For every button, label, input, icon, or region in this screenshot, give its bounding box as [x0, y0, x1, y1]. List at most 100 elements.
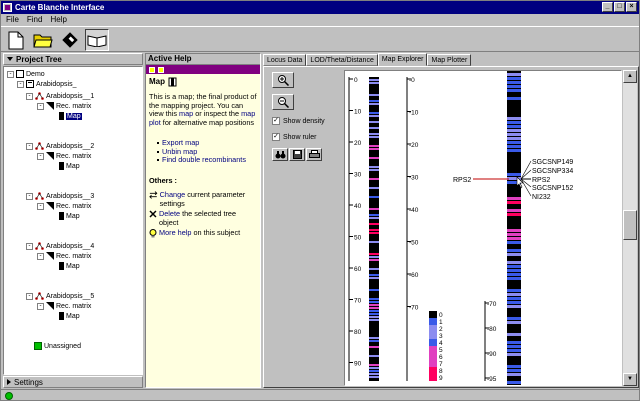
tree-label: Map [66, 262, 80, 270]
tree-node-map[interactable]: Map [59, 311, 80, 321]
find-button[interactable] [272, 148, 288, 161]
density-band [507, 73, 521, 76]
close-button[interactable]: × [626, 2, 637, 12]
title-bar: Carte Blanche Interface _ □ × [1, 1, 639, 14]
show-ruler-option[interactable]: ✓ Show ruler [272, 132, 342, 142]
minimize-button[interactable]: _ [602, 2, 613, 12]
tree-collapse-toggle[interactable]: - [17, 80, 24, 88]
tree-collapse-toggle[interactable]: - [37, 102, 44, 110]
tree-node-dataset[interactable]: - Arabidopsis__1 [26, 91, 94, 101]
tree-collapse-toggle[interactable]: - [37, 302, 44, 310]
density-band [507, 269, 521, 272]
tree-node-map[interactable]: Map [59, 161, 80, 171]
density-band [369, 166, 379, 168]
tree-collapse-toggle[interactable]: - [26, 292, 33, 300]
tree-node-matrix[interactable]: - Rec. matrix [37, 151, 91, 161]
more-help-link[interactable]: More help [159, 228, 191, 237]
density-band [507, 341, 521, 344]
ruler-label: -20 [409, 142, 419, 149]
project-tree-header[interactable]: Project Tree [3, 53, 143, 65]
tree-collapse-toggle[interactable]: - [7, 70, 14, 78]
tree-node-map[interactable]: Map [59, 211, 80, 221]
menu-file[interactable]: File [6, 15, 19, 24]
tree-collapse-toggle[interactable]: - [26, 92, 33, 100]
tree-node-dataset[interactable]: - Arabidopsis__4 [26, 241, 94, 251]
map-canvas[interactable]: 010203040506070809095 -0-10-20-30-40-50-… [344, 70, 622, 386]
tree-collapse-toggle[interactable]: - [37, 252, 44, 260]
tree-node-demo[interactable]: - Demo [7, 69, 45, 79]
help-back-icon[interactable] [149, 66, 155, 73]
density-band [507, 353, 521, 356]
print-button[interactable] [306, 148, 322, 161]
tree-node-map[interactable]: Map [59, 261, 80, 271]
density-band [507, 365, 521, 368]
density-band [369, 232, 379, 234]
legend-label: 7 [439, 361, 443, 368]
zoom-out-button[interactable] [272, 94, 294, 110]
scroll-thumb[interactable] [623, 210, 637, 240]
open-button[interactable] [31, 29, 55, 51]
tree-node-dataset[interactable]: - Arabidopsis__3 [26, 191, 94, 201]
tree-collapse-toggle[interactable]: - [26, 242, 33, 250]
help-book-button[interactable] [85, 29, 109, 51]
tree-node-matrix[interactable]: - Rec. matrix [37, 101, 91, 111]
legend-label: 5 [439, 347, 443, 354]
tree-node-unassigned[interactable]: Unassigned [34, 341, 81, 351]
map-action-buttons [272, 148, 342, 161]
book-icon [87, 35, 107, 47]
tree-node-matrix[interactable]: - Rec. matrix [37, 251, 91, 261]
map-vertical-scrollbar[interactable]: ▲ ▼ [623, 70, 637, 386]
tab-locus-data[interactable]: Locus Data [263, 54, 307, 66]
save-map-button[interactable] [289, 148, 305, 161]
map-visualization[interactable]: 010203040506070809095 -0-10-20-30-40-50-… [345, 71, 622, 386]
tab-map-plotter[interactable]: Map Plotter [427, 54, 472, 66]
show-ruler-checkbox[interactable]: ✓ [272, 133, 280, 141]
density-band [507, 333, 521, 336]
tree-node-dataset[interactable]: - Arabidopsis__5 [26, 291, 94, 301]
density-band [507, 77, 521, 80]
show-density-checkbox[interactable]: ✓ [272, 117, 280, 125]
save-button[interactable] [58, 29, 82, 51]
density-band [369, 337, 379, 339]
density-band [507, 85, 521, 88]
settings-bar[interactable]: Settings [3, 376, 143, 388]
tab-map-explorer[interactable]: Map Explorer [377, 53, 428, 66]
help-forward-icon[interactable] [158, 66, 164, 73]
maximize-button[interactable]: □ [614, 2, 625, 12]
tree-collapse-toggle[interactable]: - [37, 152, 44, 160]
density-band [507, 121, 521, 124]
tree-label: Arabidopsis__2 [46, 142, 95, 150]
find-double-recombinants-link[interactable]: Find double recombinants [157, 155, 257, 165]
scroll-up-arrow-icon[interactable]: ▲ [623, 70, 637, 83]
tree-collapse-toggle[interactable]: - [26, 142, 33, 150]
new-button[interactable] [4, 29, 28, 51]
swap-arrows-icon [149, 191, 158, 199]
tree-node-matrix[interactable]: - Rec. matrix [37, 201, 91, 211]
tab-lod-theta-distance[interactable]: LOD/Theta/Distance [306, 54, 378, 66]
density-band [507, 129, 521, 132]
tree-node-arabidopsis[interactable]: - Arabidopsis_ [17, 79, 76, 89]
density-band [369, 169, 379, 171]
tree-label: Rec. matrix [56, 102, 92, 110]
density-band [369, 121, 379, 123]
tree-label: Demo [26, 70, 45, 78]
tree-node-matrix[interactable]: - Rec. matrix [37, 301, 91, 311]
tree-node-map[interactable]: Map [59, 111, 82, 121]
tree-collapse-toggle[interactable]: - [26, 192, 33, 200]
tree-collapse-toggle[interactable]: - [37, 202, 44, 210]
show-density-option[interactable]: ✓ Show density [272, 116, 342, 126]
zoom-out-icon [277, 97, 289, 108]
change-settings-item: Change current parameter settings [149, 190, 257, 208]
marker-label: RPS2 [532, 177, 550, 184]
marker-label: SGCSNP152 [532, 185, 573, 192]
menu-help[interactable]: Help [50, 15, 66, 24]
zoom-in-button[interactable] [272, 72, 294, 88]
map-explorer-content: ✓ Show density ✓ Show ruler 0 10 20 30 4… [263, 66, 639, 388]
menu-find[interactable]: Find [27, 15, 43, 24]
density-band [369, 355, 379, 357]
project-tree[interactable]: - Demo - Arabidopsis_ - Arabidopsis__1- … [3, 66, 143, 375]
scroll-down-arrow-icon[interactable]: ▼ [623, 373, 637, 386]
tree-node-dataset[interactable]: - Arabidopsis__2 [26, 141, 94, 151]
density-band [369, 376, 379, 378]
density-band [507, 213, 521, 216]
